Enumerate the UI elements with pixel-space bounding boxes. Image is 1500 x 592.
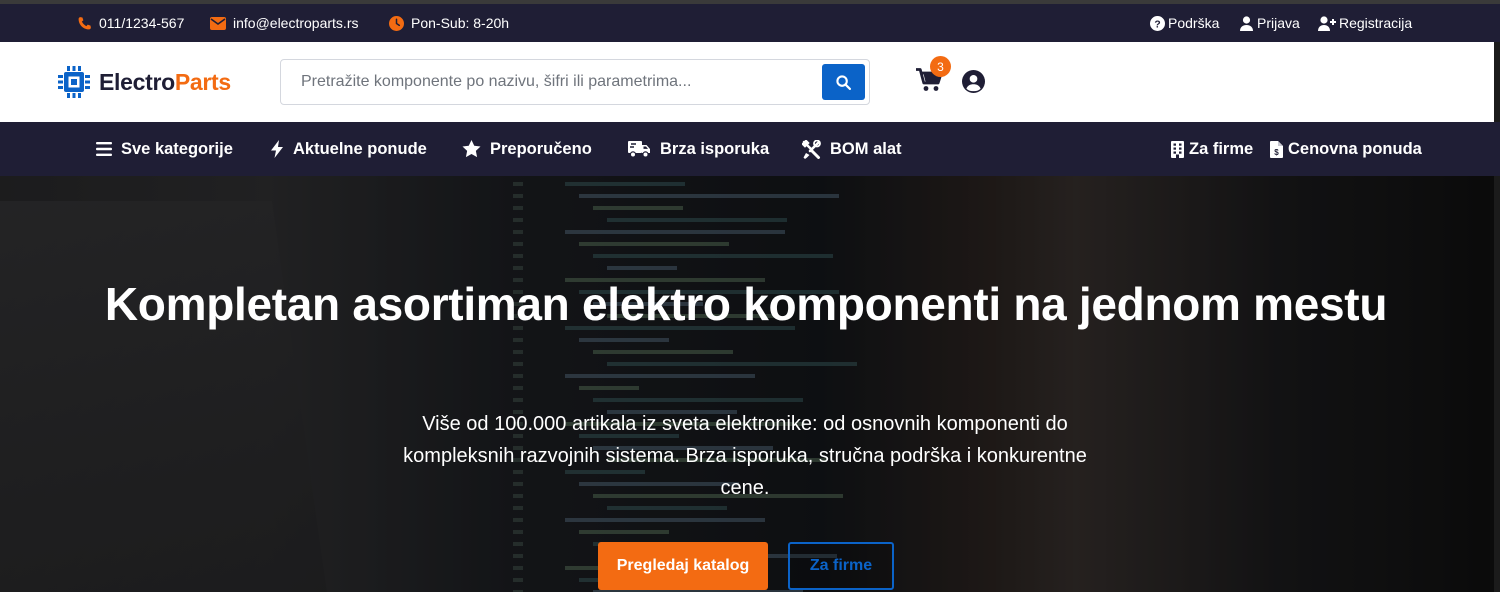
topbar-register-text: Registracija [1339, 15, 1413, 31]
top-info-bar: 011/1234-567 info@electroparts.rs Pon-Su… [0, 4, 1500, 42]
logo-text: ElectroParts [99, 69, 231, 96]
nav-current-offers-label: Aktuelne ponude [293, 139, 427, 158]
topbar-login-link[interactable]: Prijava [1240, 4, 1300, 42]
nav-recommended[interactable]: Preporučeno [462, 122, 592, 176]
cart-count-badge: 3 [930, 56, 951, 77]
topbar-support-link[interactable]: ? Podrška [1150, 4, 1219, 42]
user-icon [1240, 15, 1253, 31]
logo-text-parts: Parts [174, 68, 231, 95]
svg-text:?: ? [1154, 19, 1160, 30]
nav-price-quote[interactable]: $ Cenovna ponuda [1270, 122, 1422, 176]
nav-bom-tool[interactable]: BOM alat [802, 122, 902, 176]
truck-icon [628, 140, 650, 158]
hero-banner: Kompletan asortiman elektro komponenti n… [0, 176, 1494, 592]
bolt-icon [271, 140, 283, 158]
clock-icon [389, 15, 404, 31]
question-circle-icon: ? [1150, 15, 1165, 31]
user-circle-icon[interactable] [962, 70, 985, 93]
search-input[interactable] [281, 60, 821, 104]
search-button[interactable] [822, 64, 865, 100]
topbar-hours: Pon-Sub: 8-20h [389, 4, 509, 42]
bars-icon [96, 142, 112, 156]
topbar-email[interactable]: info@electroparts.rs [210, 4, 358, 42]
main-navigation: Sve kategorije Aktuelne ponude Preporuče… [0, 122, 1500, 176]
search-icon [836, 74, 851, 90]
browse-catalog-button[interactable]: Pregledaj katalog [598, 542, 768, 590]
svg-text:$: $ [1274, 148, 1279, 157]
site-logo[interactable]: ElectroParts [57, 64, 231, 100]
nav-current-offers[interactable]: Aktuelne ponude [270, 122, 427, 176]
topbar-email-text: info@electroparts.rs [233, 15, 359, 31]
user-plus-icon [1318, 15, 1336, 31]
phone-icon [78, 16, 91, 29]
topbar-phone-text: 011/1234-567 [99, 15, 185, 31]
nav-bom-tool-label: BOM alat [830, 139, 902, 158]
nav-for-companies[interactable]: Za firme [1171, 122, 1253, 176]
tools-icon [802, 139, 821, 159]
for-companies-button[interactable]: Za firme [788, 542, 894, 590]
nav-fast-delivery[interactable]: Brza isporuka [628, 122, 769, 176]
nav-recommended-label: Preporučeno [490, 139, 592, 158]
hero-overlay [0, 176, 1494, 592]
invoice-icon: $ [1270, 140, 1283, 158]
nav-all-categories-label: Sve kategorije [121, 139, 233, 158]
topbar-phone[interactable]: 011/1234-567 [77, 4, 184, 42]
chip-logo-icon [58, 66, 90, 98]
hero-title: Kompletan asortiman elektro komponenti n… [104, 278, 1388, 330]
topbar-login-text: Prijava [1257, 15, 1300, 31]
search-bar [280, 59, 870, 105]
nav-for-companies-label: Za firme [1189, 139, 1254, 158]
logo-text-electro: Electro [99, 68, 175, 95]
building-icon [1171, 140, 1184, 158]
nav-fast-delivery-label: Brza isporuka [660, 139, 770, 158]
hero-subtitle: Više od 100.000 artikala iz sveta elektr… [403, 413, 1087, 499]
site-header: ElectroParts 3 [0, 42, 1500, 122]
nav-price-quote-label: Cenovna ponuda [1288, 139, 1422, 158]
email-icon [210, 16, 226, 30]
nav-all-categories[interactable]: Sve kategorije [96, 122, 233, 176]
topbar-register-link[interactable]: Registracija [1318, 4, 1412, 42]
topbar-support-text: Podrška [1168, 15, 1220, 31]
topbar-hours-text: Pon-Sub: 8-20h [411, 15, 510, 31]
star-icon [462, 140, 481, 158]
